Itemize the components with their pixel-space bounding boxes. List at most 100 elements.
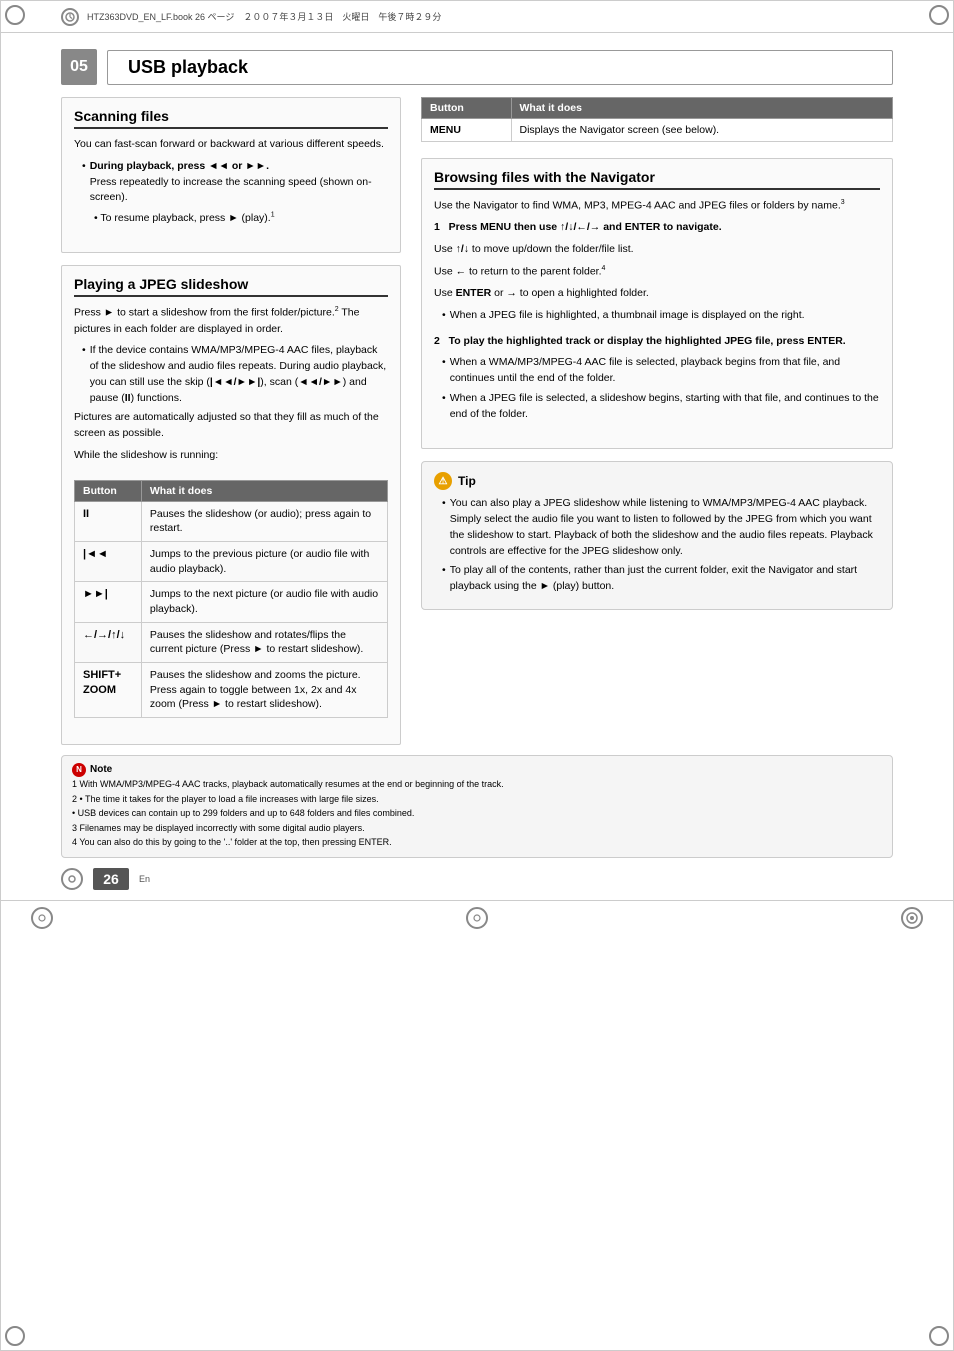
page-number: 26 [93, 868, 129, 890]
scanning-bullet1-detail: Press repeatedly to increase the scannin… [90, 176, 372, 204]
note-title: N Note [72, 762, 882, 777]
tip-content: You can also play a JPEG slideshow while… [434, 496, 880, 595]
slideshow-table-row: IIPauses the slideshow (or audio); press… [75, 501, 388, 541]
note-icon: N [72, 763, 86, 777]
playing-jpeg-bullet1-text: If the device contains WMA/MP3/MPEG-4 AA… [90, 343, 388, 406]
bottom-right-icons [901, 907, 923, 929]
corner-decoration-bl [5, 1326, 25, 1346]
slideshow-button-1: |◄◄ [75, 541, 142, 581]
chapter-header: 05 USB playback [61, 49, 893, 85]
top-bar: HTZ363DVD_EN_LF.book 26 ページ ２００７年３月１３日 火… [1, 1, 953, 33]
slideshow-table-header-does: What it does [141, 480, 387, 501]
page: HTZ363DVD_EN_LF.book 26 ページ ２００７年３月１３日 火… [0, 0, 954, 1351]
slideshow-button-0: II [75, 501, 142, 541]
slideshow-table-row: ►►|Jumps to the next picture (or audio f… [75, 582, 388, 622]
slideshow-desc-0: Pauses the slideshow (or audio); press a… [141, 501, 387, 541]
bottom-bar [1, 900, 953, 935]
scanning-subbullet: To resume playback, press ► (play).1 [74, 210, 388, 226]
browsing-files-section: Browsing files with the Navigator Use th… [421, 158, 893, 449]
note-items: 1 With WMA/MP3/MPEG-4 AAC tracks, playba… [72, 778, 882, 850]
scanning-files-content: You can fast-scan forward or backward at… [74, 137, 388, 226]
browsing-intro: Use the Navigator to find WMA, MP3, MPEG… [434, 198, 880, 214]
step2-bullet1: When a WMA/MP3/MPEG-4 AAC file is select… [434, 355, 880, 387]
slideshow-button-4: SHIFT+ ZOOM [75, 663, 142, 718]
playing-jpeg-sup: 2 [335, 306, 339, 313]
browsing-files-content: Use the Navigator to find WMA, MP3, MPEG… [434, 198, 880, 422]
menu-table-row: MENU Displays the Navigator screen (see … [422, 119, 893, 142]
scanning-subbullet-text: To resume playback, press ► (play).1 [100, 212, 274, 224]
step1-label: 1 Press MENU then use ↑/↓/←/→ and ENTER … [434, 220, 880, 236]
menu-table-header-does: What it does [511, 98, 892, 119]
chapter-title: USB playback [107, 50, 893, 85]
scanning-bullet1-label: During playback, press ◄◄ or ►►. [90, 160, 269, 172]
playing-jpeg-bullet1: If the device contains WMA/MP3/MPEG-4 AA… [74, 343, 388, 406]
note-item-4: 4 You can also do this by going to the '… [72, 836, 882, 850]
note-item-0: 1 With WMA/MP3/MPEG-4 AAC tracks, playba… [72, 778, 882, 792]
slideshow-table-row: ←/→/↑/↓Pauses the slideshow and rotates/… [75, 622, 388, 662]
corner-decoration-tl [5, 5, 25, 25]
note-item-3: 3 Filenames may be displayed incorrectly… [72, 822, 882, 836]
scanning-sup: 1 [271, 211, 275, 218]
step1-bullet: When a JPEG file is highlighted, a thumb… [434, 308, 880, 324]
menu-button-label: MENU [422, 119, 512, 142]
note-section: N Note 1 With WMA/MP3/MPEG-4 AAC tracks,… [61, 755, 893, 858]
scanning-intro: You can fast-scan forward or backward at… [74, 137, 388, 153]
tip-bullet1-text: You can also play a JPEG slideshow while… [450, 496, 880, 559]
playing-jpeg-desc: Pictures are automatically adjusted so t… [74, 410, 388, 442]
right-column: Button What it does MENU Displays the Na… [421, 97, 893, 745]
menu-table: Button What it does MENU Displays the Na… [421, 97, 893, 142]
corner-decoration-br [929, 1326, 949, 1346]
slideshow-table: Button What it does IIPauses the slidesh… [74, 480, 388, 719]
menu-table-header-button: Button [422, 98, 512, 119]
playing-jpeg-content: Press ► to start a slideshow from the fi… [74, 305, 388, 463]
step2-bullet2-text: When a JPEG file is selected, a slidesho… [450, 391, 880, 423]
step1-detail3: Use ENTER or → to open a highlighted fol… [434, 286, 880, 302]
slideshow-button-3: ←/→/↑/↓ [75, 622, 142, 662]
top-bar-icon [61, 8, 79, 26]
tip-bullet1: You can also play a JPEG slideshow while… [434, 496, 880, 559]
top-bar-text: HTZ363DVD_EN_LF.book 26 ページ ２００７年３月１３日 火… [87, 10, 441, 23]
slideshow-table-row: |◄◄Jumps to the previous picture (or aud… [75, 541, 388, 581]
main-content: Scanning files You can fast-scan forward… [61, 97, 893, 745]
slideshow-button-2: ►►| [75, 582, 142, 622]
slideshow-desc-2: Jumps to the next picture (or audio file… [141, 582, 387, 622]
slideshow-table-row: SHIFT+ ZOOMPauses the slideshow and zoom… [75, 663, 388, 718]
note-item-1: 2 • The time it takes for the player to … [72, 793, 882, 807]
page-lang: En [139, 874, 150, 884]
tip-bullet2: To play all of the contents, rather than… [434, 563, 880, 595]
note-label: Note [90, 762, 112, 777]
scanning-bullet1-text: During playback, press ◄◄ or ►►. Press r… [90, 159, 388, 206]
step1-detail2: Use ← to return to the parent folder.4 [434, 264, 880, 280]
nav-circle-left [61, 868, 83, 890]
step2-label: 2 To play the highlighted track or displ… [434, 334, 880, 350]
tip-icon: ⚠ [434, 472, 452, 490]
slideshow-desc-3: Pauses the slideshow and rotates/flips t… [141, 622, 387, 662]
browsing-files-title: Browsing files with the Navigator [434, 169, 880, 190]
tip-title: ⚠ Tip [434, 472, 880, 490]
bottom-left-icons [31, 907, 53, 929]
corner-decoration-tr [929, 5, 949, 25]
scanning-bullet1: During playback, press ◄◄ or ►►. Press r… [74, 159, 388, 206]
note-item-2: • USB devices can contain up to 299 fold… [72, 807, 882, 821]
page-number-area: 26 En [61, 868, 893, 890]
step1-bullet-text: When a JPEG file is highlighted, a thumb… [450, 308, 805, 324]
scanning-files-section: Scanning files You can fast-scan forward… [61, 97, 401, 253]
slideshow-desc-1: Jumps to the previous picture (or audio … [141, 541, 387, 581]
playing-jpeg-intro: Press ► to start a slideshow from the fi… [74, 305, 388, 337]
tip-section: ⚠ Tip You can also play a JPEG slideshow… [421, 461, 893, 610]
step2-bullet2: When a JPEG file is selected, a slidesho… [434, 391, 880, 423]
bottom-circle-1 [31, 907, 53, 929]
slideshow-desc-4: Pauses the slideshow and zooms the pictu… [141, 663, 387, 718]
step2-bullet1-text: When a WMA/MP3/MPEG-4 AAC file is select… [450, 355, 880, 387]
playing-jpeg-title: Playing a JPEG slideshow [74, 276, 388, 297]
left-column: Scanning files You can fast-scan forward… [61, 97, 401, 745]
chapter-number: 05 [61, 49, 97, 85]
scanning-files-title: Scanning files [74, 108, 388, 129]
tip-bullet2-text: To play all of the contents, rather than… [450, 563, 880, 595]
step1-detail1: Use ↑/↓ to move up/down the folder/file … [434, 242, 880, 258]
playing-jpeg-section: Playing a JPEG slideshow Press ► to star… [61, 265, 401, 745]
playing-jpeg-while: While the slideshow is running: [74, 448, 388, 464]
slideshow-table-header-button: Button [75, 480, 142, 501]
bottom-circle-center [466, 907, 488, 929]
bottom-circle-right [901, 907, 923, 929]
